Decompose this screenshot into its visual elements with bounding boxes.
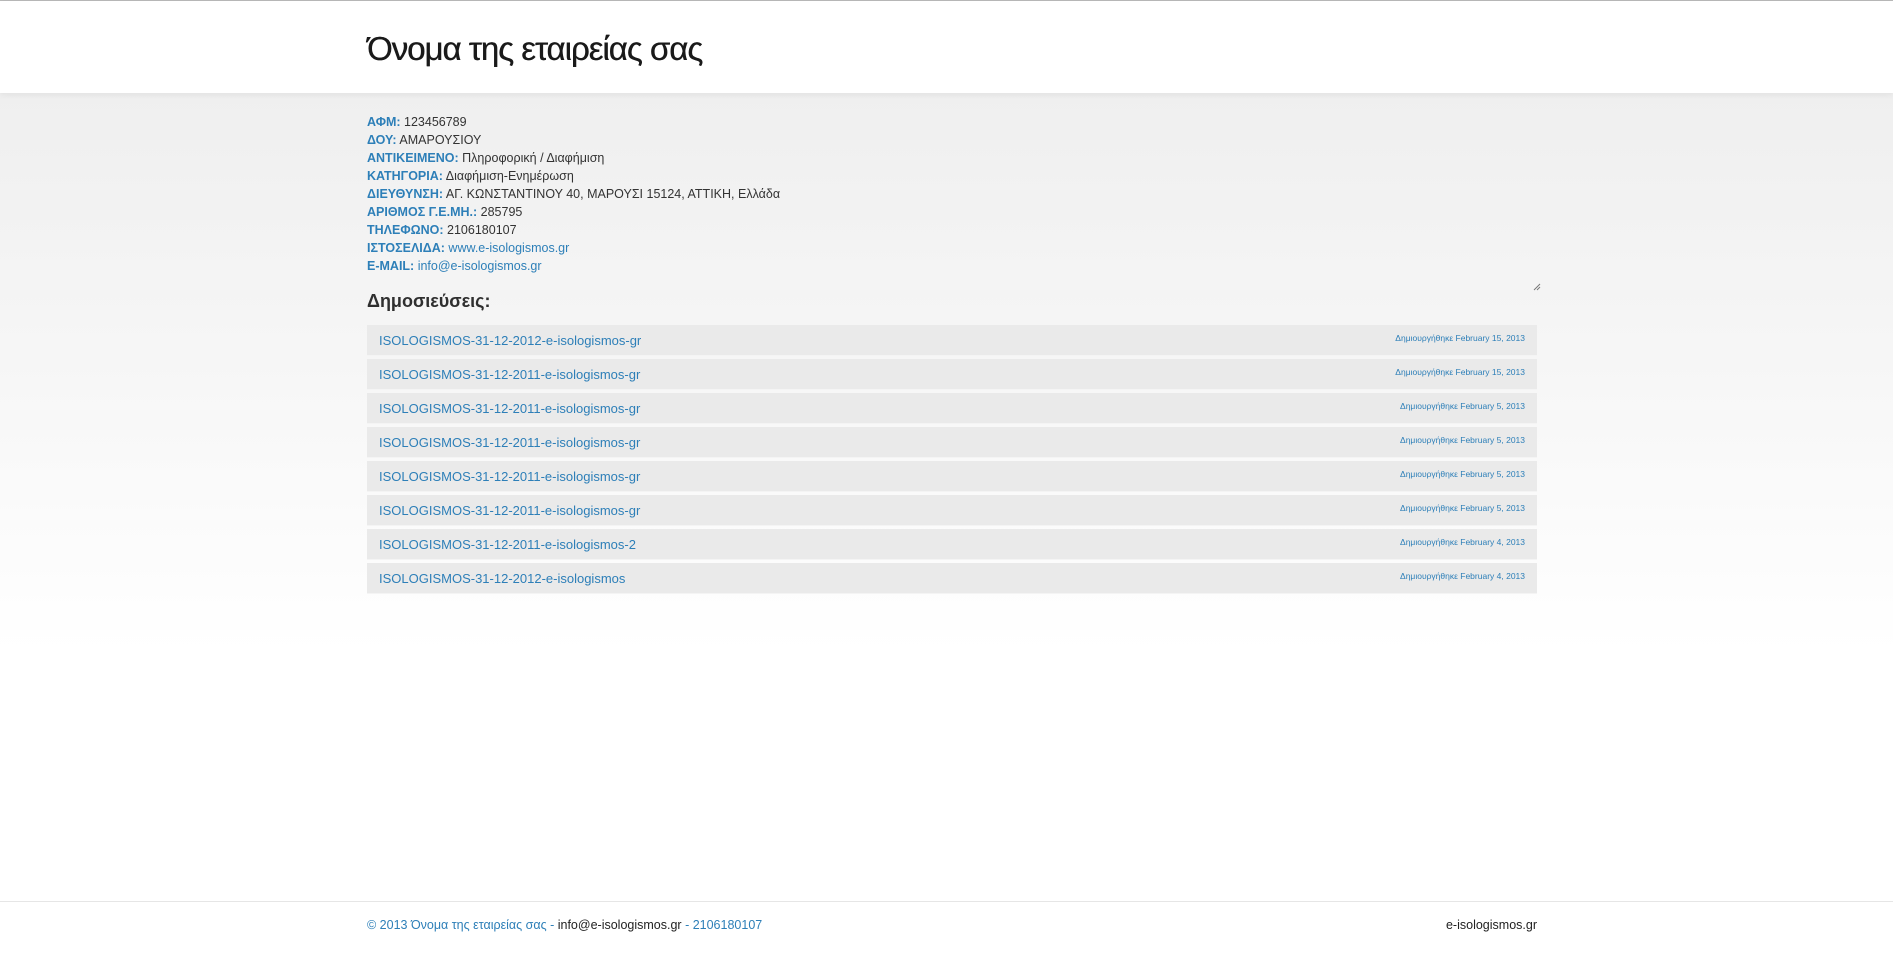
info-row-afm: ΑΦΜ: 123456789 bbox=[367, 113, 1537, 131]
page: Όνομα της εταιρείας σας ΑΦΜ: 123456789 Δ… bbox=[0, 0, 1893, 955]
info-value: Πληροφορική / Διαφήμιση bbox=[462, 151, 605, 165]
publication-date: Δημιουργήθηκε February 15, 2013 bbox=[1395, 333, 1525, 343]
publication-date: Δημιουργήθηκε February 5, 2013 bbox=[1400, 435, 1525, 445]
list-item: ISOLOGISMOS-31-12-2012-e-isologismos-gr … bbox=[367, 325, 1537, 356]
info-row-object: ΑΝΤΙΚΕΙΜΕΝΟ: Πληροφορική / Διαφήμιση bbox=[367, 149, 1537, 167]
footer-email[interactable]: info@e-isologismos.gr bbox=[558, 918, 682, 932]
publication-link[interactable]: ISOLOGISMOS-31-12-2011-e-isologismos-2 bbox=[379, 537, 636, 552]
publication-link[interactable]: ISOLOGISMOS-31-12-2012-e-isologismos bbox=[379, 571, 625, 586]
publication-date: Δημιουργήθηκε February 15, 2013 bbox=[1395, 367, 1525, 377]
info-label: E-MAIL: bbox=[367, 259, 415, 273]
info-value: ΑΓ. ΚΩΝΣΤΑΝΤΙΝΟΥ 40, ΜΑΡΟΥΣΙ 15124, ΑΤΤΙ… bbox=[445, 187, 781, 201]
info-value: 123456789 bbox=[404, 115, 467, 129]
list-item: ISOLOGISMOS-31-12-2011-e-isologismos-gr … bbox=[367, 495, 1537, 526]
publication-link[interactable]: ISOLOGISMOS-31-12-2011-e-isologismos-gr bbox=[379, 401, 640, 416]
list-item: ISOLOGISMOS-31-12-2011-e-isologismos-gr … bbox=[367, 461, 1537, 492]
publication-date: Δημιουργήθηκε February 5, 2013 bbox=[1400, 401, 1525, 411]
info-row-email: E-MAIL: info@e-isologismos.gr bbox=[367, 257, 1537, 275]
info-row-doy: ΔΟΥ: ΑΜΑΡΟΥΣΙΟΥ bbox=[367, 131, 1537, 149]
publication-date: Δημιουργήθηκε February 4, 2013 bbox=[1400, 571, 1525, 581]
info-value: Διαφήμιση-Ενημέρωση bbox=[445, 169, 574, 183]
publication-date: Δημιουργήθηκε February 5, 2013 bbox=[1400, 469, 1525, 479]
info-value: 2106180107 bbox=[447, 223, 517, 237]
publications-list: ISOLOGISMOS-31-12-2012-e-isologismos-gr … bbox=[367, 325, 1537, 594]
publication-link[interactable]: ISOLOGISMOS-31-12-2011-e-isologismos-gr bbox=[379, 503, 640, 518]
info-value: ΑΜΑΡΟΥΣΙΟΥ bbox=[399, 133, 482, 147]
footer-separator: - bbox=[546, 918, 558, 932]
email-link[interactable]: info@e-isologismos.gr bbox=[418, 259, 542, 273]
info-label: ΑΡΙΘΜΟΣ Γ.Ε.ΜΗ.: bbox=[367, 205, 478, 219]
company-info: ΑΦΜ: 123456789 ΔΟΥ: ΑΜΑΡΟΥΣΙΟΥ ΑΝΤΙΚΕΙΜΕ… bbox=[367, 93, 1541, 291]
resize-handle-icon[interactable] bbox=[1533, 283, 1541, 291]
footer-copyright: © 2013 Όνομα της εταιρείας σας bbox=[367, 918, 547, 932]
footer-phone: 2106180107 bbox=[692, 918, 763, 932]
main-container: ΑΦΜ: 123456789 ΔΟΥ: ΑΜΑΡΟΥΣΙΟΥ ΑΝΤΙΚΕΙΜΕ… bbox=[367, 93, 1541, 594]
publication-date: Δημιουργήθηκε February 4, 2013 bbox=[1400, 537, 1525, 547]
info-label: ΔΙΕΥΘΥΝΣΗ: bbox=[367, 187, 444, 201]
site-title: Όνομα της εταιρείας σας bbox=[367, 30, 703, 67]
info-row-website: ΙΣΤΟΣΕΛΙΔΑ: www.e-isologismos.gr bbox=[367, 239, 1537, 257]
info-label: ΔΟΥ: bbox=[367, 133, 397, 147]
info-label: ΚΑΤΗΓΟΡΙΑ: bbox=[367, 169, 443, 183]
info-label: ΑΝΤΙΚΕΙΜΕΝΟ: bbox=[367, 151, 459, 165]
info-value: 285795 bbox=[480, 205, 523, 219]
publications-heading: Δημοσιεύσεις: bbox=[367, 291, 491, 311]
footer-separator: - bbox=[681, 918, 693, 932]
publication-link[interactable]: ISOLOGISMOS-31-12-2011-e-isologismos-gr bbox=[379, 435, 640, 450]
info-row-phone: ΤΗΛΕΦΩΝΟ: 2106180107 bbox=[367, 221, 1537, 239]
publication-date: Δημιουργήθηκε February 5, 2013 bbox=[1400, 503, 1525, 513]
footer-info: © 2013 Όνομα της εταιρείας σας - info@e-… bbox=[367, 918, 762, 932]
site-footer: © 2013 Όνομα της εταιρείας σας - info@e-… bbox=[0, 901, 1893, 955]
list-item: ISOLOGISMOS-31-12-2011-e-isologismos-gr … bbox=[367, 393, 1537, 424]
site-header: Όνομα της εταιρείας σας bbox=[0, 1, 1893, 93]
footer-container: © 2013 Όνομα της εταιρείας σας - info@e-… bbox=[367, 902, 1537, 955]
info-row-address: ΔΙΕΥΘΥΝΣΗ: ΑΓ. ΚΩΝΣΤΑΝΤΙΝΟΥ 40, ΜΑΡΟΥΣΙ … bbox=[367, 185, 1537, 203]
publication-link[interactable]: ISOLOGISMOS-31-12-2011-e-isologismos-gr bbox=[379, 367, 640, 382]
list-item: ISOLOGISMOS-31-12-2011-e-isologismos-2 Δ… bbox=[367, 529, 1537, 560]
info-label: ΑΦΜ: bbox=[367, 115, 401, 129]
main-content: ΑΦΜ: 123456789 ΔΟΥ: ΑΜΑΡΟΥΣΙΟΥ ΑΝΤΙΚΕΙΜΕ… bbox=[0, 93, 1893, 900]
info-row-category: ΚΑΤΗΓΟΡΙΑ: Διαφήμιση-Ενημέρωση bbox=[367, 167, 1537, 185]
publication-link[interactable]: ISOLOGISMOS-31-12-2011-e-isologismos-gr bbox=[379, 469, 640, 484]
list-item: ISOLOGISMOS-31-12-2012-e-isologismos Δημ… bbox=[367, 563, 1537, 594]
footer-brand-link[interactable]: e-isologismos.gr bbox=[1446, 918, 1537, 932]
website-link[interactable]: www.e-isologismos.gr bbox=[448, 241, 569, 255]
header-container: Όνομα της εταιρείας σας bbox=[367, 1, 1537, 68]
list-item: ISOLOGISMOS-31-12-2011-e-isologismos-gr … bbox=[367, 359, 1537, 390]
list-item: ISOLOGISMOS-31-12-2011-e-isologismos-gr … bbox=[367, 427, 1537, 458]
publication-link[interactable]: ISOLOGISMOS-31-12-2012-e-isologismos-gr bbox=[379, 333, 641, 348]
info-label: ΙΣΤΟΣΕΛΙΔΑ: bbox=[367, 241, 445, 255]
info-row-gemi: ΑΡΙΘΜΟΣ Γ.Ε.ΜΗ.: 285795 bbox=[367, 203, 1537, 221]
info-label: ΤΗΛΕΦΩΝΟ: bbox=[367, 223, 444, 237]
